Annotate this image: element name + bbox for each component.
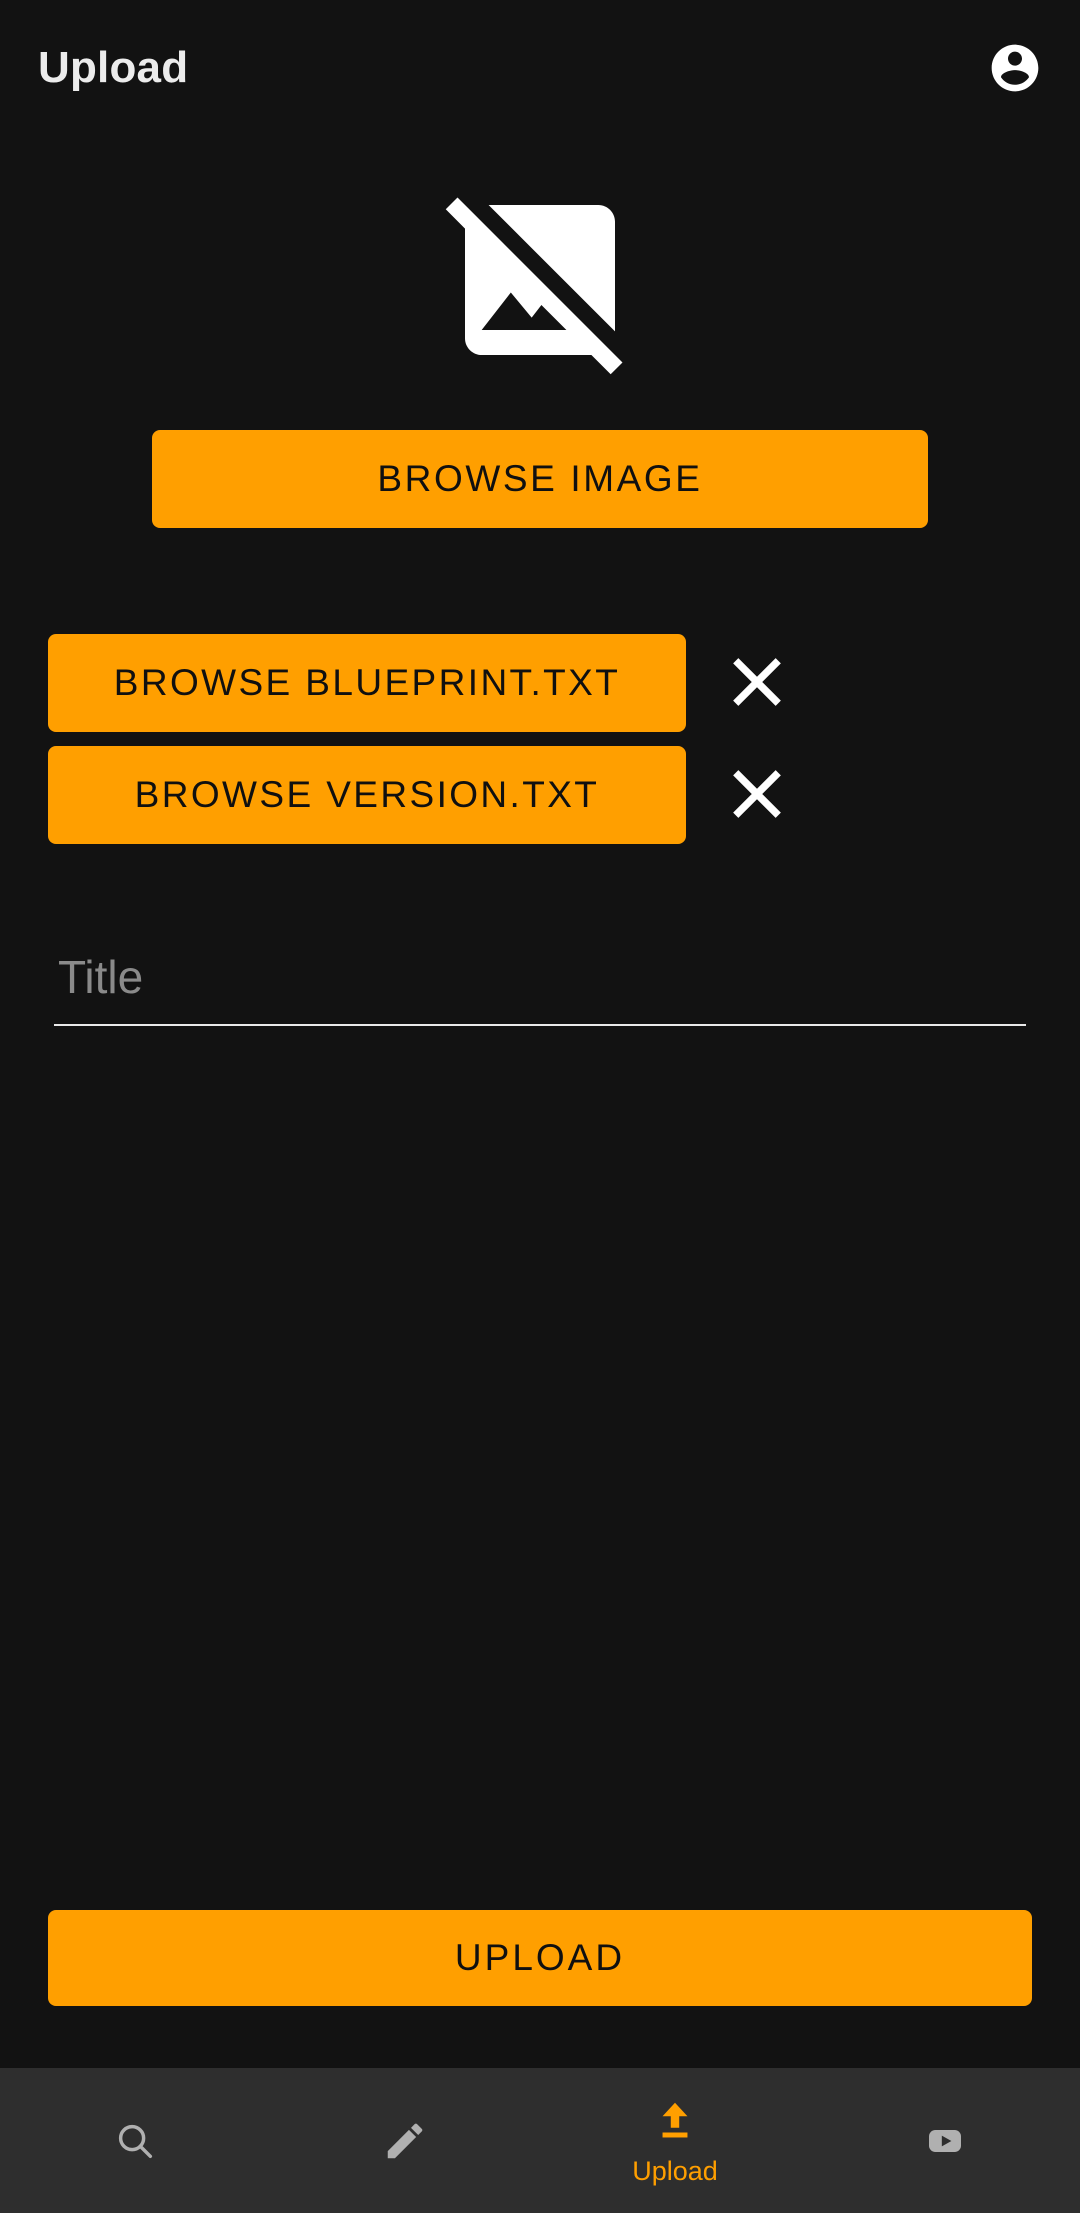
upload-submit-button[interactable]: UPLOAD bbox=[48, 1910, 1032, 2006]
upload-screen: Upload BROWSE IMAGE BROWSE BLUEPRINT.TXT bbox=[0, 0, 1080, 2213]
file-row: BROWSE BLUEPRINT.TXT bbox=[48, 634, 1032, 732]
page-title: Upload bbox=[38, 43, 189, 92]
nav-item-edit[interactable] bbox=[270, 2068, 540, 2213]
play-video-icon bbox=[921, 2112, 969, 2170]
bottom-navigation-bar: Upload bbox=[0, 2068, 1080, 2213]
title-field-wrapper bbox=[48, 940, 1032, 1026]
browse-image-button[interactable]: BROWSE IMAGE bbox=[152, 430, 928, 528]
app-bar: Upload bbox=[0, 0, 1080, 136]
browse-blueprint-button[interactable]: BROWSE BLUEPRINT.TXT bbox=[48, 634, 686, 732]
close-icon bbox=[723, 760, 791, 831]
image-preview-area[interactable] bbox=[48, 180, 1032, 380]
browse-version-button[interactable]: BROWSE VERSION.TXT bbox=[48, 746, 686, 844]
nav-item-upload[interactable]: Upload bbox=[540, 2068, 810, 2213]
broken-image-icon bbox=[445, 197, 623, 375]
pencil-icon bbox=[382, 2112, 428, 2170]
remove-version-button[interactable] bbox=[702, 746, 812, 844]
upload-arrow-icon bbox=[652, 2092, 698, 2150]
title-input[interactable] bbox=[54, 940, 1026, 1026]
close-icon bbox=[723, 648, 791, 719]
nav-item-video[interactable] bbox=[810, 2068, 1080, 2213]
file-row: BROWSE VERSION.TXT bbox=[48, 746, 1032, 844]
file-browse-list: BROWSE BLUEPRINT.TXT BROWSE VERSION.TXT bbox=[48, 634, 1032, 844]
nav-item-upload-label: Upload bbox=[632, 2156, 718, 2186]
remove-blueprint-button[interactable] bbox=[702, 634, 812, 732]
nav-item-search[interactable] bbox=[0, 2068, 270, 2213]
upload-form: BROWSE IMAGE BROWSE BLUEPRINT.TXT BROWSE… bbox=[0, 136, 1080, 2068]
search-icon bbox=[112, 2112, 158, 2170]
account-circle-icon[interactable] bbox=[984, 37, 1046, 99]
